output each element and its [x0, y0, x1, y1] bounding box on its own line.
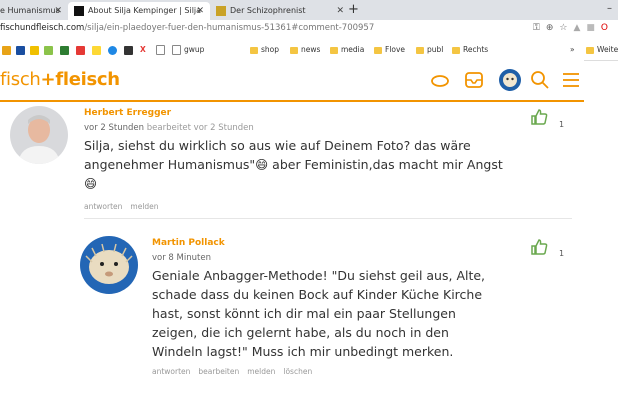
x-icon[interactable]: X — [140, 44, 146, 55]
bookmark-icon[interactable] — [16, 44, 25, 55]
new-tab-button[interactable]: + — [348, 1, 359, 19]
address-bar-icons: ⚿⊕☆▲■O — [533, 23, 614, 33]
tab-humanismus[interactable]: e Humanismus ✕ — [0, 2, 68, 20]
report-link[interactable]: melden — [130, 202, 158, 211]
avatar-photo — [10, 106, 68, 164]
close-tab-icon[interactable]: ✕ — [336, 2, 344, 20]
extension-icon[interactable]: ▲ — [573, 23, 586, 33]
key-icon[interactable]: ⚿ — [533, 23, 546, 33]
bookmark-icon[interactable] — [30, 44, 39, 55]
site-header: fisch+fleisch — [0, 60, 584, 102]
like-count: 1 — [559, 249, 565, 258]
folder-icon — [290, 46, 298, 54]
page-icon[interactable] — [156, 44, 165, 55]
comment: Herbert Erregger vor 2 Stunden bearbeite… — [84, 108, 504, 211]
bookmark-icon[interactable] — [60, 44, 69, 55]
star-icon[interactable]: ☆ — [559, 23, 573, 33]
comment-divider — [84, 218, 572, 219]
comment-body: Geniale Anbagger-Methode! "Du siehst gei… — [152, 268, 486, 359]
browser-tab-bar: e Humanismus ✕ About Silja Kempinger | S… — [0, 0, 618, 20]
thumbs-up-icon[interactable] — [530, 108, 548, 126]
bookmarks-overflow-button[interactable]: » — [570, 44, 575, 55]
avatar-photo — [80, 236, 138, 294]
folder-icon — [416, 46, 424, 54]
url-text[interactable]: fischundfleisch.com/silja/ein-plaedoyer-… — [0, 23, 374, 33]
tab-about-silja[interactable]: About Silja Kempinger | Silja ✕ — [68, 2, 210, 20]
address-bar[interactable]: fischundfleisch.com/silja/ein-plaedoyer-… — [0, 20, 618, 41]
comment-meta: vor 8 Minuten — [152, 253, 211, 263]
zoom-icon[interactable]: ⊕ — [546, 23, 560, 33]
tab-schizophrenist[interactable]: Der Schizophrenist ✕ — [210, 2, 350, 20]
close-tab-icon[interactable]: ✕ — [54, 2, 62, 20]
comment-actions: antworten melden — [84, 202, 504, 211]
bookmark-shop[interactable]: shop — [250, 44, 279, 55]
comment-meta: vor 2 Stunden bearbeitet vor 2 Stunden — [84, 123, 254, 133]
menu-icon[interactable] — [562, 71, 580, 89]
folder-icon — [250, 46, 258, 54]
comment: Martin Pollack vor 8 Minuten Geniale Anb… — [152, 238, 512, 376]
page-icon — [172, 45, 181, 55]
favicon-icon — [74, 5, 84, 16]
bookmark-icon[interactable] — [44, 44, 53, 55]
folder-icon — [452, 46, 460, 54]
eye-icon[interactable] — [430, 74, 450, 88]
edit-link[interactable]: bearbeiten — [198, 367, 239, 376]
youtube-icon[interactable] — [76, 44, 85, 55]
bookmark-publ[interactable]: publ — [416, 44, 443, 55]
comment-author[interactable]: Martin Pollack — [152, 238, 512, 248]
bookmark-gwup[interactable]: gwup — [172, 44, 204, 55]
reply-link[interactable]: antworten — [84, 202, 122, 211]
avatar[interactable] — [10, 106, 68, 164]
minimize-window-button[interactable]: – — [607, 0, 612, 18]
folder-icon — [330, 46, 338, 54]
user-avatar[interactable] — [498, 68, 522, 92]
search-icon[interactable] — [530, 70, 550, 90]
comment-actions: antworten bearbeiten melden löschen — [152, 367, 512, 376]
comment-author[interactable]: Herbert Erregger — [84, 108, 504, 118]
comment-body: Silja, siehst du wirklich so aus wie auf… — [84, 138, 503, 191]
like-count: 1 — [559, 120, 565, 129]
bookmark-icon[interactable] — [92, 44, 101, 55]
wikipedia-icon[interactable] — [108, 44, 117, 55]
report-link[interactable]: melden — [247, 367, 275, 376]
bookmark-news[interactable]: news — [290, 44, 320, 55]
close-tab-icon[interactable]: ✕ — [196, 2, 204, 20]
bookmark-flove[interactable]: Flove — [374, 44, 405, 55]
bookmark-icon[interactable] — [124, 44, 133, 55]
bookmark-media[interactable]: media — [330, 44, 364, 55]
folder-icon — [586, 46, 594, 54]
reply-link[interactable]: antworten — [152, 367, 190, 376]
bookmark-other[interactable]: Weite — [586, 44, 618, 55]
bookmark-rechts[interactable]: Rechts — [452, 44, 488, 55]
site-logo[interactable]: fisch+fleisch — [0, 69, 120, 90]
thumbs-up-icon[interactable] — [530, 238, 548, 256]
inbox-icon[interactable] — [464, 71, 484, 89]
folder-icon — [374, 46, 382, 54]
opera-icon[interactable]: O — [601, 23, 614, 33]
favicon-icon — [216, 5, 226, 16]
bookmarks-bar: X gwup shop news media Flove publ Rechts… — [0, 40, 618, 61]
delete-link[interactable]: löschen — [283, 367, 312, 376]
avatar[interactable] — [80, 236, 138, 294]
bookmark-icon[interactable] — [2, 44, 11, 55]
extension-icon[interactable]: ■ — [586, 23, 601, 33]
